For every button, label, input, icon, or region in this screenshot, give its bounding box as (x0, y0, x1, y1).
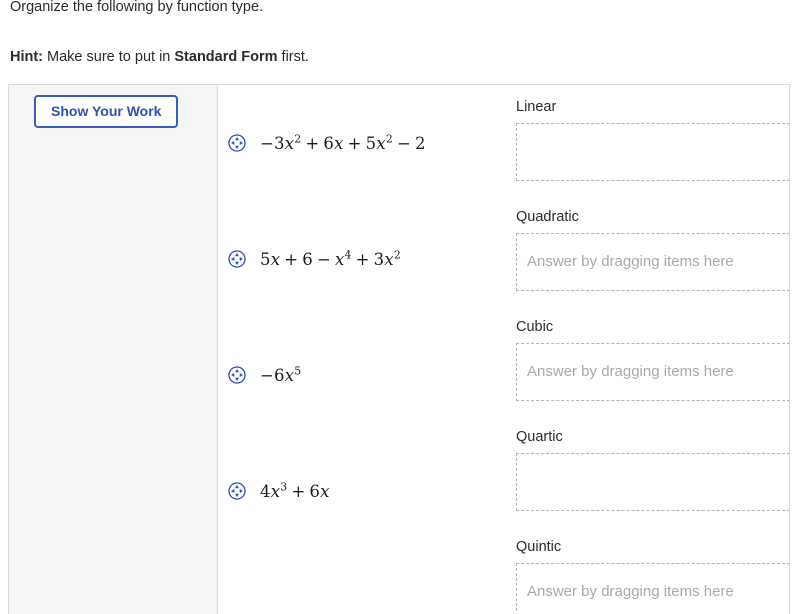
instruction-text: Organize the following by function type. (10, 0, 264, 15)
move-arrows-icon[interactable] (228, 134, 246, 152)
hint-text-after: first. (277, 49, 309, 65)
hint-text-before: Make sure to put in (43, 49, 175, 65)
expression-4: 4x3 +6x (260, 480, 330, 501)
expression-3: −6x5 (260, 364, 302, 385)
prompt-area: Organize the following by function type.… (0, 0, 800, 66)
drop-zone-label-quintic: Quintic (516, 539, 562, 555)
show-your-work-button[interactable]: Show Your Work (34, 95, 179, 128)
drop-zone-placeholder: Answer by dragging items here (527, 583, 734, 600)
expression-1: −3x2 +6x +5x2−2 (260, 132, 426, 153)
expression-2: 5x +6− x4 +3x2 (260, 248, 401, 269)
move-arrows-icon[interactable] (228, 366, 246, 384)
draggable-items-column: −3x2 +6x +5x2−2 5x +6− x4 +3x2 −6x5 4x3 … (218, 85, 508, 549)
drop-zone-linear[interactable] (516, 123, 789, 181)
activity-panel: Show Your Work −3x2 +6x +5x2−2 5x + 6 − … (8, 84, 790, 614)
hint-standard-form: Standard Form (174, 49, 278, 65)
move-arrows-icon[interactable] (228, 250, 246, 268)
drop-zone-label-quartic: Quartic (516, 429, 563, 445)
hint-label: Hint: (10, 49, 44, 65)
drop-zone-label-cubic: Cubic (516, 319, 554, 335)
drop-zone-group-cubic: Cubic Answer by dragging items here (516, 305, 789, 415)
drop-zone-group-quintic: Quintic Answer by dragging items here (516, 525, 789, 614)
activity-content: −3x2 +6x +5x2−2 5x +6− x4 +3x2 −6x5 4x3 … (218, 85, 789, 614)
drop-zone-group-linear: Linear (516, 85, 789, 195)
drop-zone-cubic[interactable]: Answer by dragging items here (516, 343, 789, 401)
drop-zone-quadratic[interactable]: Answer by dragging items here (516, 233, 789, 291)
move-arrows-icon[interactable] (228, 482, 246, 500)
show-your-work-pane: Show Your Work (9, 85, 218, 614)
drop-zone-label-linear: Linear (516, 99, 557, 115)
drop-zone-group-quadratic: Quadratic Answer by dragging items here (516, 195, 789, 305)
drag-item[interactable]: −3x2 +6x +5x2−2 (218, 85, 508, 201)
drop-zone-group-quartic: Quartic (516, 415, 789, 525)
hint-text: Hint: Make sure to put in Standard Form … (10, 16, 790, 66)
drop-zone-quartic[interactable] (516, 453, 789, 511)
activity-page: Organize the following by function type.… (0, 0, 800, 614)
drop-zone-placeholder: Answer by dragging items here (527, 363, 734, 380)
drop-zone-placeholder: Answer by dragging items here (527, 253, 734, 270)
drag-item[interactable]: 5x +6− x4 +3x2 (218, 201, 508, 317)
drop-zone-label-quadratic: Quadratic (516, 209, 579, 225)
drag-item[interactable]: −6x5 (218, 317, 508, 433)
drag-item[interactable]: 4x3 +6x (218, 433, 508, 549)
drop-zones-column: Linear Quadratic Answer by dragging item… (516, 85, 789, 614)
drop-zone-quintic[interactable]: Answer by dragging items here (516, 563, 789, 614)
